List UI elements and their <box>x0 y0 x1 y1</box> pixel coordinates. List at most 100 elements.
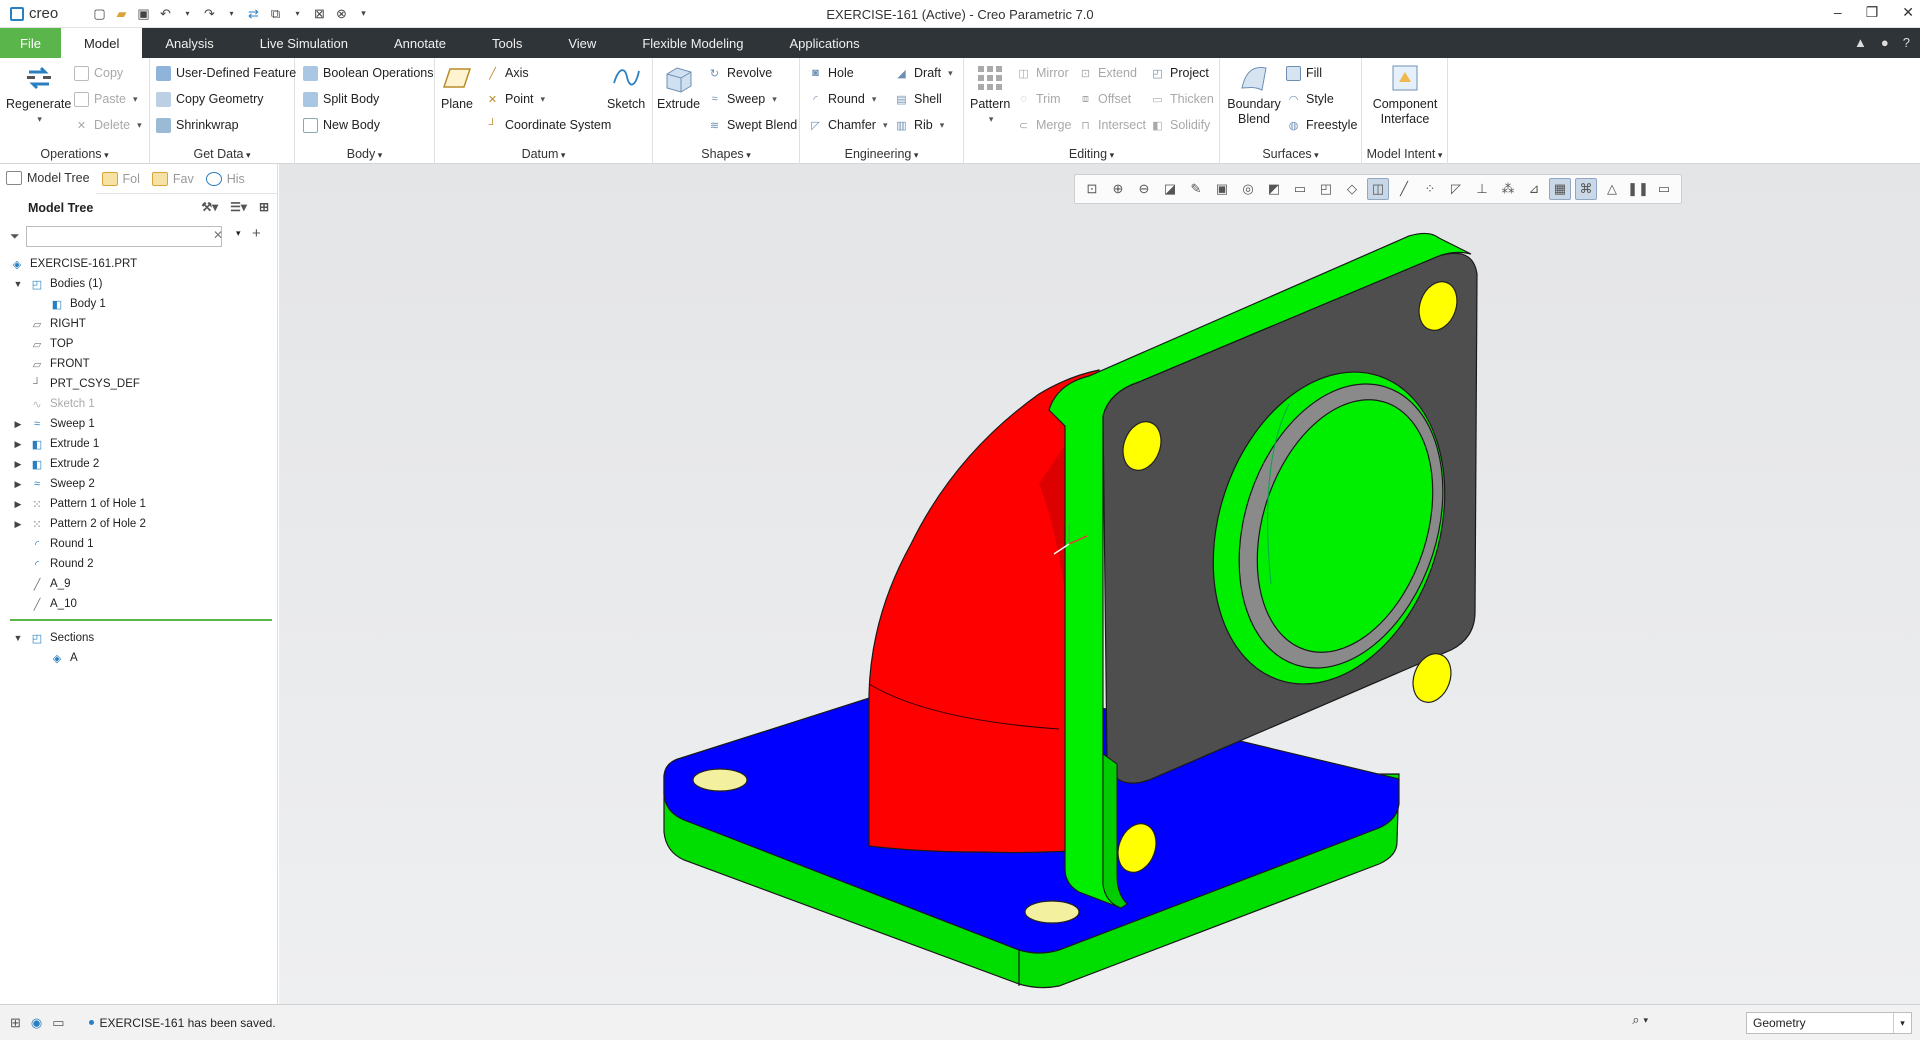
shell-button[interactable]: ▤ Shell <box>894 90 942 108</box>
boundary-blend-button[interactable]: Boundary Blend <box>1224 62 1284 127</box>
fill-button[interactable]: Fill <box>1286 64 1322 82</box>
freestyle-button[interactable]: ◍ Freestyle <box>1286 116 1358 134</box>
tree-settings-icon[interactable]: ⚒▾ <box>201 200 218 214</box>
selection-filter[interactable]: Geometry ▾ <box>1746 1012 1912 1034</box>
minimize-ribbon-icon[interactable]: ▲ <box>1854 35 1867 50</box>
tree-item-right[interactable]: ▱ RIGHT <box>0 314 277 334</box>
mirror-button[interactable]: ◫ Mirror <box>1016 64 1068 82</box>
pattern-button[interactable]: Pattern ▾ <box>970 62 1010 127</box>
undo-icon[interactable]: ↶ <box>158 6 173 21</box>
tab-analysis[interactable]: Analysis <box>142 28 236 58</box>
tab-file[interactable]: File <box>0 28 61 58</box>
tree-item-a9[interactable]: ╱ A_9 <box>0 574 277 594</box>
axis-button[interactable]: ╱ Axis <box>485 64 528 82</box>
tree-item-csys[interactable]: ┘ PRT_CSYS_DEF <box>0 374 277 394</box>
regenerate-dropdown-icon[interactable]: ▾ <box>37 112 42 127</box>
tree-item-pattern-2[interactable]: ▶ ⁙ Pattern 2 of Hole 2 <box>0 514 277 534</box>
undo-dropdown-icon[interactable]: ▾ <box>180 6 195 21</box>
offset-button[interactable]: ⧈ Offset <box>1078 90 1131 108</box>
user-icon[interactable]: ● <box>1881 35 1889 50</box>
plane-button[interactable]: Plane <box>441 62 473 112</box>
show-navigator-icon[interactable]: ⊞ <box>10 1015 21 1031</box>
tab-history[interactable]: His <box>200 164 251 194</box>
find-tool[interactable]: ⌕ ▾ <box>1632 1012 1648 1028</box>
insert-here-row[interactable] <box>0 614 277 628</box>
tree-item-part[interactable]: ◈ EXERCISE-161.PRT <box>0 254 277 274</box>
tab-tools[interactable]: Tools <box>469 28 545 58</box>
tree-item-sections[interactable]: ▼ ◰ Sections <box>0 628 277 648</box>
3d-model[interactable] <box>279 164 1920 1004</box>
coordinate-system-button[interactable]: ┘ Coordinate System <box>485 116 612 134</box>
tree-item-bodies[interactable]: ▼ ◰ Bodies (1) <box>0 274 277 294</box>
tab-model-tree[interactable]: Model Tree <box>0 163 96 194</box>
tab-folder-browser[interactable]: Fol <box>96 164 146 194</box>
full-screen-icon[interactable]: ▭ <box>52 1015 64 1031</box>
group-label-body[interactable]: Body <box>295 147 434 161</box>
hole-button[interactable]: ◙ Hole <box>808 64 854 82</box>
search-options-icon[interactable]: ▾ <box>236 228 241 239</box>
minimize-icon[interactable]: – <box>1834 4 1842 21</box>
rib-button[interactable]: ▥ Rib ▾ <box>894 116 944 134</box>
delete-button[interactable]: ✕ Delete ▾ <box>74 116 142 134</box>
expand-icon[interactable]: ▶ <box>12 499 24 510</box>
tree-item-front[interactable]: ▱ FRONT <box>0 354 277 374</box>
paste-button[interactable]: Paste ▾ <box>74 90 138 108</box>
new-body-button[interactable]: New Body <box>303 116 380 134</box>
tree-item-sweep-1[interactable]: ▶ ≈ Sweep 1 <box>0 414 277 434</box>
swept-blend-button[interactable]: ≋ Swept Blend <box>707 116 797 134</box>
sweep-button[interactable]: ≈ Sweep ▾ <box>707 90 776 108</box>
tree-item-sweep-2[interactable]: ▶ ≈ Sweep 2 <box>0 474 277 494</box>
graphics-viewport[interactable]: ⊡ ⊕ ⊖ ◪ ✎ ▣ ◎ ◩ ▭ ◰ ◇ ◫ ╱ ⁘ ◸ ⊥ ⁂ ⊿ ▦ ⌘ … <box>279 164 1920 1004</box>
insert-here-indicator[interactable] <box>10 619 272 621</box>
save-icon[interactable]: ▣ <box>136 6 151 21</box>
open-folder-icon[interactable]: ▰ <box>114 6 129 21</box>
expand-icon[interactable]: ▶ <box>12 519 24 530</box>
show-browser-icon[interactable]: ◉ <box>31 1015 42 1031</box>
tree-item-sketch-1[interactable]: ∿ Sketch 1 <box>0 394 277 414</box>
regenerate-button[interactable]: Regenerate ▾ <box>6 62 71 127</box>
solidify-button[interactable]: ◧ Solidify <box>1150 116 1210 134</box>
windows-icon[interactable]: ⧉ <box>268 6 283 21</box>
tree-item-a10[interactable]: ╱ A_10 <box>0 594 277 614</box>
chamfer-button[interactable]: ◸ Chamfer ▾ <box>808 116 887 134</box>
tree-display-icon[interactable]: ☰▾ <box>230 200 247 214</box>
tree-item-extrude-1[interactable]: ▶ ◧ Extrude 1 <box>0 434 277 454</box>
restore-icon[interactable]: ❐ <box>1866 4 1879 21</box>
regenerate-icon[interactable]: ⇄ <box>246 6 261 21</box>
tab-applications[interactable]: Applications <box>766 28 882 58</box>
group-label-get-data[interactable]: Get Data <box>150 147 294 161</box>
expand-icon[interactable]: ▶ <box>12 439 24 450</box>
group-label-surfaces[interactable]: Surfaces <box>1220 147 1361 161</box>
tree-item-extrude-2[interactable]: ▶ ◧ Extrude 2 <box>0 454 277 474</box>
filter-icon[interactable]: ⏷ <box>10 229 20 244</box>
group-label-operations[interactable]: Operations <box>0 147 149 161</box>
tree-search-input[interactable] <box>25 225 222 247</box>
tree-item-section-a[interactable]: ◈ A <box>0 648 277 668</box>
group-label-model-intent[interactable]: Model Intent <box>1362 147 1447 161</box>
udf-button[interactable]: User-Defined Feature <box>156 64 296 82</box>
tree-item-pattern-1[interactable]: ▶ ⁙ Pattern 1 of Hole 1 <box>0 494 277 514</box>
expand-icon[interactable]: ▶ <box>12 479 24 490</box>
draft-button[interactable]: ◢ Draft ▾ <box>894 64 952 82</box>
copy-button[interactable]: Copy <box>74 64 123 82</box>
point-button[interactable]: ✕ Point ▾ <box>485 90 545 108</box>
project-button[interactable]: ◰ Project <box>1150 64 1209 82</box>
tab-model[interactable]: Model <box>60 28 143 58</box>
close-icon[interactable]: ✕ <box>1902 4 1914 21</box>
intersect-button[interactable]: ⊓ Intersect <box>1078 116 1146 134</box>
redo-icon[interactable]: ↷ <box>202 6 217 21</box>
tree-item-round-1[interactable]: ◜ Round 1 <box>0 534 277 554</box>
boolean-operations-button[interactable]: Boolean Operations <box>303 64 434 82</box>
help-icon[interactable]: ? <box>1903 35 1910 50</box>
split-body-button[interactable]: Split Body <box>303 90 379 108</box>
customize-qat-icon[interactable]: ▾ <box>356 6 371 21</box>
chevron-down-icon[interactable]: ▾ <box>1893 1013 1911 1033</box>
tree-item-round-2[interactable]: ◜ Round 2 <box>0 554 277 574</box>
group-label-shapes[interactable]: Shapes <box>653 147 799 161</box>
trim-button[interactable]: ◌ Trim <box>1016 90 1060 108</box>
windows-dropdown-icon[interactable]: ▾ <box>290 6 305 21</box>
sketch-button[interactable]: Sketch <box>607 62 645 112</box>
revolve-button[interactable]: ↻ Revolve <box>707 64 772 82</box>
collapse-icon[interactable]: ▼ <box>12 633 24 643</box>
erase-icon[interactable]: ⊗ <box>334 6 349 21</box>
